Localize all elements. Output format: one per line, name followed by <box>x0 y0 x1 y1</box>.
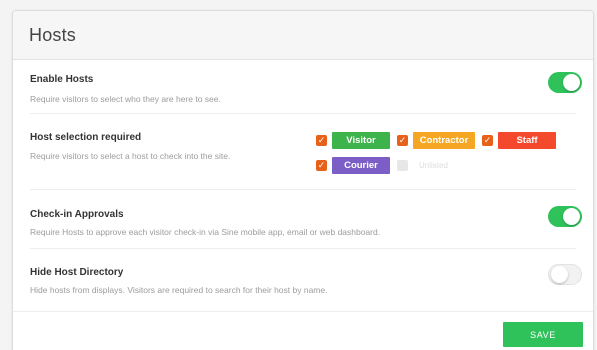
divider <box>30 248 576 249</box>
hosts-settings-card: Hosts Enable Hosts Require visitors to s… <box>12 10 594 350</box>
toggle-knob <box>551 266 568 283</box>
card-header: Hosts <box>13 11 593 60</box>
visitor-checkbox[interactable]: ✓ <box>316 135 327 146</box>
hide-directory-title: Hide Host Directory <box>30 267 124 278</box>
visitor-tag: Visitor <box>332 132 390 149</box>
enable-hosts-toggle[interactable] <box>548 72 582 93</box>
unlisted-checkbox[interactable]: ✓ <box>397 160 408 171</box>
hide-directory-description: Hide hosts from displays. Visitors are r… <box>30 285 328 295</box>
divider <box>30 189 576 190</box>
checkin-approvals-title: Check-in Approvals <box>30 209 124 220</box>
enable-hosts-description: Require visitors to select who they are … <box>30 94 221 104</box>
checkin-approvals-toggle[interactable] <box>548 206 582 227</box>
staff-checkbox[interactable]: ✓ <box>482 135 493 146</box>
toggle-knob <box>563 208 580 225</box>
staff-tag: Staff <box>498 132 556 149</box>
divider <box>30 113 576 114</box>
footer-divider <box>13 311 593 312</box>
courier-checkbox[interactable]: ✓ <box>316 160 327 171</box>
contractor-checkbox[interactable]: ✓ <box>397 135 408 146</box>
checkin-approvals-description: Require Hosts to approve each visitor ch… <box>30 227 381 237</box>
hide-directory-toggle[interactable] <box>548 264 582 285</box>
toggle-knob <box>563 74 580 91</box>
unlisted-tag: Unlisted <box>419 161 448 170</box>
host-selection-description: Require visitors to select a host to che… <box>30 151 231 161</box>
courier-tag: Courier <box>332 157 390 174</box>
host-selection-title: Host selection required <box>30 132 142 143</box>
card-title: Hosts <box>29 25 77 45</box>
save-button[interactable]: SAVE <box>503 322 583 347</box>
contractor-tag: Contractor <box>413 132 475 149</box>
enable-hosts-title: Enable Hosts <box>30 74 94 85</box>
